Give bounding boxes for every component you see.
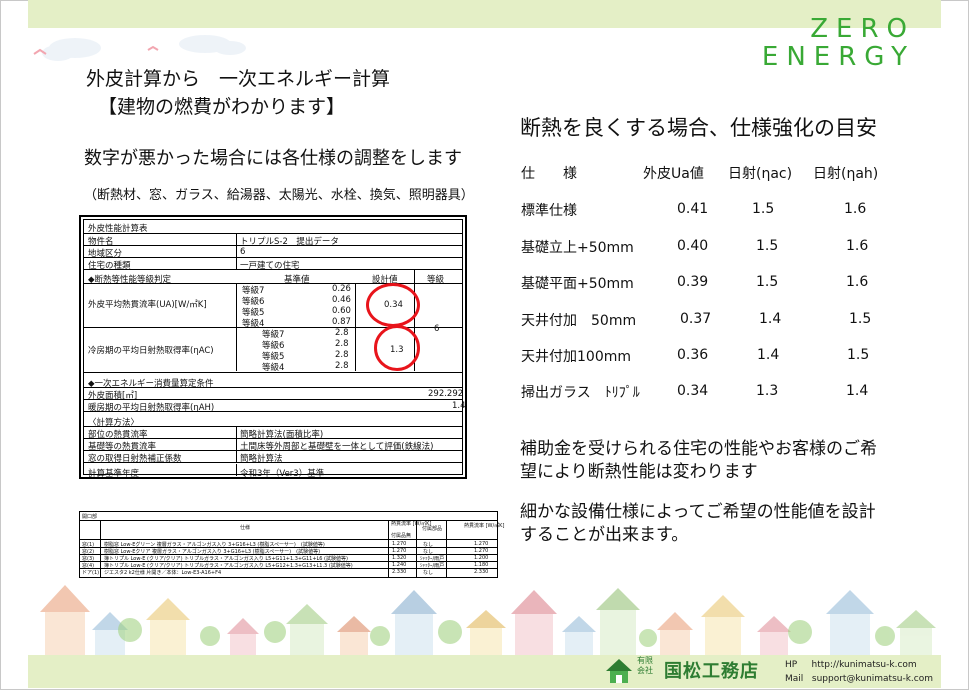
ua-value: 0.26 [332,284,351,294]
window-row-spec: ジエスタ2 k2仕様 片開き／本体：Low-E3-A16+F4 [104,570,222,576]
grade-result: 6 [434,324,440,334]
ua-value: 0.60 [332,306,351,316]
window-col-u3: 熱貫流率 [W/㎡K] [464,523,505,529]
ua-value: 0.46 [332,295,351,305]
highlight-ring-ua [366,283,420,327]
spec-row-nah: 1.6 [846,274,869,290]
spec-col-nah: 日射(ηah) [813,166,879,182]
window-row-acc: なし [423,570,434,576]
spec-row-name: 標準仕様 [521,203,577,219]
hp-row: HP http://kunimatsu-k.com [785,658,933,672]
spec-row-nac: 1.4 [759,311,782,327]
spec-row-nah: 1.5 [849,311,872,327]
company-name: 国松工務店 [664,661,759,682]
left-items: （断熱材、窓、ガラス、給湯器、太陽光、水栓、換気、照明器具） [84,188,474,203]
window-col-u-sub: 付属品無 [391,533,412,539]
ac-value: 2.8 [335,328,349,338]
company-kind: 有限 会社 [637,656,653,676]
spec-row-ua: 0.41 [677,201,709,217]
spec-row-nac: 1.5 [756,238,779,254]
spec-row-nah: 1.4 [846,383,869,399]
window-table-head: 開口部 [82,514,98,520]
spec-row-name: 掃出ガラス ﾄﾘﾌﾟﾙ [521,385,640,401]
ac-value: 2.8 [335,339,349,349]
left-title1: 外皮計算から 一次エネルギー計算 [86,68,391,90]
mail-label: Mail [785,674,804,684]
spec-col-ua: 外皮Ua値 [643,166,704,182]
spec-row-nah: 1.5 [847,347,870,363]
spec-row-nah: 1.6 [846,238,869,254]
spec-col-nac: 日射(ηac) [728,166,793,182]
info-value: 6 [240,247,246,257]
mail-link[interactable]: support@kunimatsu-k.com [812,674,933,684]
highlight-ring-ac [374,325,420,371]
para1-line2: 望により断熱性能は変わります [520,462,758,482]
ua-label: 外皮平均熱貫流率(UA)[W/㎡K] [88,300,207,310]
brand-line1: ZERO [810,14,915,44]
footer-links: HP http://kunimatsu-k.com Mail support@k… [785,658,933,686]
right-heading: 断熱を良くする場合、仕様強化の目安 [520,116,877,140]
spec-row-name: 基礎平面+50mm [521,276,634,292]
year-value: 令和3年（Ver3）基準 [240,469,325,479]
ac-label: 冷房期の平均日射熱取得率(ηAC) [88,346,214,356]
mail-row: Mail support@kunimatsu-k.com [785,672,933,686]
spec-col-spec: 仕 様 [521,166,577,182]
window-col-acc: 付属部品 [422,526,443,532]
spec-row-ua: 0.39 [677,274,709,290]
hp-link[interactable]: http://kunimatsu-k.com [812,660,917,670]
spec-row-nac: 1.5 [752,201,775,217]
houses-icon [40,585,936,655]
spec-row-name: 基礎立上+50mm [521,240,634,256]
area-value: 292.292 [428,389,464,399]
brand-line2: ENERGY [761,42,915,72]
cloud-icon [42,35,246,61]
para2-line2: することが出来ます。 [520,525,689,545]
spec-row-name: 天井付加100mm [521,349,631,365]
left-subhead: 数字が悪かった場合には各仕様の調整をします [84,148,462,169]
company-kind-line1: 有限 [637,656,653,665]
window-row-u: 2.330 [392,569,407,575]
ac-value: 2.8 [335,350,349,360]
window-table: 開口部 仕様 熱貫流率 [W/㎡K] 付属品無 付属部品 熱貫流率 [W/㎡K]… [79,511,504,578]
spec-row-ua: 0.37 [680,311,712,327]
spec-row-ua: 0.34 [677,383,709,399]
ac-value: 2.8 [335,361,349,371]
spec-row-nac: 1.4 [757,347,780,363]
company-logo-icon [606,659,632,683]
window-row-no: ドア(1) [82,570,100,576]
spec-row-nah: 1.6 [844,201,867,217]
spec-row-nac: 1.3 [756,383,779,399]
spec-row-ua: 0.40 [677,238,709,254]
window-col-spec: 仕様 [240,525,251,531]
left-title2: 【建物の燃費がわかります】 [98,96,346,118]
spec-row-ua: 0.36 [677,347,709,363]
spec-row-nac: 1.5 [756,274,779,290]
ua-value: 0.87 [332,317,351,327]
window-row-u2: 2.330 [474,569,489,575]
company-kind-line2: 会社 [637,666,653,675]
hp-label: HP [785,660,798,670]
ah-value: 1.4 [452,401,466,411]
spec-row-name: 天井付加 50mm [521,313,637,329]
year-label: 計算基準年度 [88,469,140,479]
